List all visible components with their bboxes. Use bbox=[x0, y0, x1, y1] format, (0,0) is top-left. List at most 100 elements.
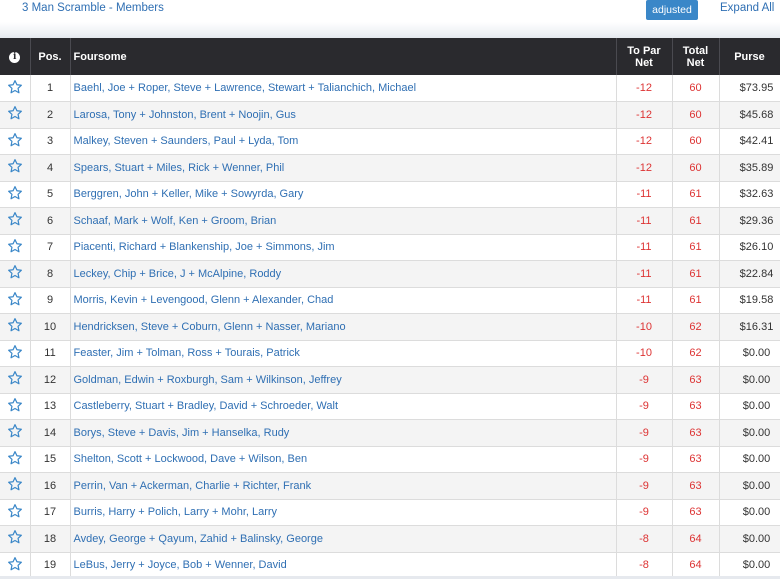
favorite-cell bbox=[0, 101, 31, 129]
position-cell: 4 bbox=[30, 154, 71, 182]
to-par-net-cell: -12 bbox=[616, 128, 673, 155]
total-net-cell: 62 bbox=[672, 313, 720, 341]
purse-cell: $26.10 bbox=[719, 234, 780, 261]
star-outline-icon[interactable] bbox=[7, 423, 23, 439]
favorite-cell bbox=[0, 393, 31, 420]
foursome-link[interactable]: Leckey, Chip + Brice, J + McAlpine, Rodd… bbox=[70, 260, 617, 288]
table-row: 18 Avdey, George + Qayum, Zahid + Balinsk… bbox=[0, 525, 780, 553]
to-par-net-column-header[interactable]: To Par Net bbox=[616, 38, 673, 75]
foursome-link[interactable]: LeBus, Jerry + Joyce, Bob + Wenner, Davi… bbox=[70, 552, 617, 579]
info-column-header[interactable]: i bbox=[0, 38, 31, 75]
favorite-cell bbox=[0, 419, 31, 447]
star-outline-icon[interactable] bbox=[7, 344, 23, 360]
table-row: 8 Leckey, Chip + Brice, J + McAlpine, Rod… bbox=[0, 260, 780, 288]
to-par-header-line1: To Par bbox=[627, 44, 661, 57]
table-row: 1 Baehl, Joe + Roper, Steve + Lawrence, S… bbox=[0, 75, 780, 102]
purse-cell: $0.00 bbox=[719, 340, 780, 367]
foursome-column-header[interactable]: Foursome bbox=[70, 38, 617, 75]
total-net-cell: 63 bbox=[672, 393, 720, 420]
total-net-cell: 63 bbox=[672, 419, 720, 447]
to-par-header-line2: Net bbox=[635, 56, 653, 69]
table-row: 12 Goldman, Edwin + Roxburgh, Sam + Wilki… bbox=[0, 366, 780, 394]
to-par-net-cell: -12 bbox=[616, 75, 673, 102]
event-title-link[interactable]: 3 Man Scramble - Members bbox=[22, 2, 164, 14]
total-net-cell: 64 bbox=[672, 552, 720, 579]
favorite-cell bbox=[0, 207, 31, 235]
to-par-net-cell: -10 bbox=[616, 340, 673, 367]
star-outline-icon[interactable] bbox=[7, 291, 23, 307]
table-row: 13 Castleberry, Stuart + Bradley, David +… bbox=[0, 393, 780, 420]
star-outline-icon[interactable] bbox=[7, 238, 23, 254]
foursome-link[interactable]: Avdey, George + Qayum, Zahid + Balinsky,… bbox=[70, 525, 617, 553]
position-cell: 17 bbox=[30, 499, 71, 526]
foursome-link[interactable]: Goldman, Edwin + Roxburgh, Sam + Wilkins… bbox=[70, 366, 617, 394]
star-outline-icon[interactable] bbox=[7, 185, 23, 201]
star-outline-icon[interactable] bbox=[7, 476, 23, 492]
favorite-cell bbox=[0, 366, 31, 394]
info-icon: i bbox=[9, 52, 21, 63]
to-par-net-cell: -12 bbox=[616, 101, 673, 129]
foursome-link[interactable]: Baehl, Joe + Roper, Steve + Lawrence, St… bbox=[70, 75, 617, 102]
table-row: 15 Shelton, Scott + Lockwood, Dave + Wils… bbox=[0, 446, 780, 473]
to-par-net-cell: -11 bbox=[616, 234, 673, 261]
favorite-cell bbox=[0, 181, 31, 208]
table-row: 3 Malkey, Steven + Saunders, Paul + Lyda,… bbox=[0, 128, 780, 155]
expand-all-link[interactable]: Expand All bbox=[720, 2, 774, 14]
foursome-link[interactable]: Borys, Steve + Davis, Jim + Hanselka, Ru… bbox=[70, 419, 617, 447]
star-outline-icon[interactable] bbox=[7, 211, 23, 227]
position-cell: 12 bbox=[30, 366, 71, 394]
table-row: 2 Larosa, Tony + Johnston, Brent + Noojin… bbox=[0, 101, 780, 129]
to-par-net-cell: -10 bbox=[616, 313, 673, 341]
foursome-link[interactable]: Feaster, Jim + Tolman, Ross + Tourais, P… bbox=[70, 340, 617, 367]
foursome-link[interactable]: Piacenti, Richard + Blankenship, Joe + S… bbox=[70, 234, 617, 261]
purse-cell: $0.00 bbox=[719, 525, 780, 553]
foursome-link[interactable]: Larosa, Tony + Johnston, Brent + Noojin,… bbox=[70, 101, 617, 129]
total-net-column-header[interactable]: Total Net bbox=[672, 38, 720, 75]
foursome-link[interactable]: Berggren, John + Keller, Mike + Sowyrda,… bbox=[70, 181, 617, 208]
star-outline-icon[interactable] bbox=[7, 450, 23, 466]
foursome-link[interactable]: Spears, Stuart + Miles, Rick + Wenner, P… bbox=[70, 154, 617, 182]
purse-cell: $0.00 bbox=[719, 552, 780, 579]
pos-column-header[interactable]: Pos. bbox=[30, 38, 71, 75]
star-outline-icon[interactable] bbox=[7, 503, 23, 519]
position-cell: 11 bbox=[30, 340, 71, 367]
star-outline-icon[interactable] bbox=[7, 397, 23, 413]
favorite-cell bbox=[0, 260, 31, 288]
position-cell: 1 bbox=[30, 75, 71, 102]
star-outline-icon[interactable] bbox=[7, 529, 23, 545]
purse-column-header[interactable]: Purse bbox=[719, 38, 780, 75]
table-header-row: i Pos. Foursome To Par Net Total Net Pur… bbox=[0, 38, 780, 75]
foursome-link[interactable]: Castleberry, Stuart + Bradley, David + S… bbox=[70, 393, 617, 420]
foursome-link[interactable]: Perrin, Van + Ackerman, Charlie + Richte… bbox=[70, 472, 617, 500]
star-outline-icon[interactable] bbox=[7, 317, 23, 333]
star-outline-icon[interactable] bbox=[7, 370, 23, 386]
star-outline-icon[interactable] bbox=[7, 158, 23, 174]
to-par-net-cell: -11 bbox=[616, 260, 673, 288]
total-net-cell: 61 bbox=[672, 207, 720, 235]
foursome-link[interactable]: Hendricksen, Steve + Coburn, Glenn + Nas… bbox=[70, 313, 617, 341]
adjusted-toggle-button[interactable]: adjusted bbox=[646, 0, 698, 20]
star-outline-icon[interactable] bbox=[7, 264, 23, 280]
position-cell: 16 bbox=[30, 472, 71, 500]
purse-cell: $73.95 bbox=[719, 75, 780, 102]
favorite-cell bbox=[0, 446, 31, 473]
star-outline-icon[interactable] bbox=[7, 79, 23, 95]
foursome-link[interactable]: Malkey, Steven + Saunders, Paul + Lyda, … bbox=[70, 128, 617, 155]
foursome-link[interactable]: Morris, Kevin + Levengood, Glenn + Alexa… bbox=[70, 287, 617, 314]
total-net-cell: 61 bbox=[672, 260, 720, 288]
to-par-net-cell: -9 bbox=[616, 366, 673, 394]
star-outline-icon[interactable] bbox=[7, 105, 23, 121]
foursome-link[interactable]: Schaaf, Mark + Wolf, Ken + Groom, Brian bbox=[70, 207, 617, 235]
foursome-link[interactable]: Burris, Harry + Polich, Larry + Mohr, La… bbox=[70, 499, 617, 526]
purse-cell: $0.00 bbox=[719, 499, 780, 526]
position-cell: 15 bbox=[30, 446, 71, 473]
favorite-cell bbox=[0, 340, 31, 367]
star-outline-icon[interactable] bbox=[7, 556, 23, 572]
to-par-net-cell: -9 bbox=[616, 393, 673, 420]
star-outline-icon[interactable] bbox=[7, 132, 23, 148]
table-row: 7 Piacenti, Richard + Blankenship, Joe + … bbox=[0, 234, 780, 261]
total-net-cell: 61 bbox=[672, 287, 720, 314]
foursome-link[interactable]: Shelton, Scott + Lockwood, Dave + Wilson… bbox=[70, 446, 617, 473]
purse-cell: $0.00 bbox=[719, 393, 780, 420]
favorite-cell bbox=[0, 75, 31, 102]
